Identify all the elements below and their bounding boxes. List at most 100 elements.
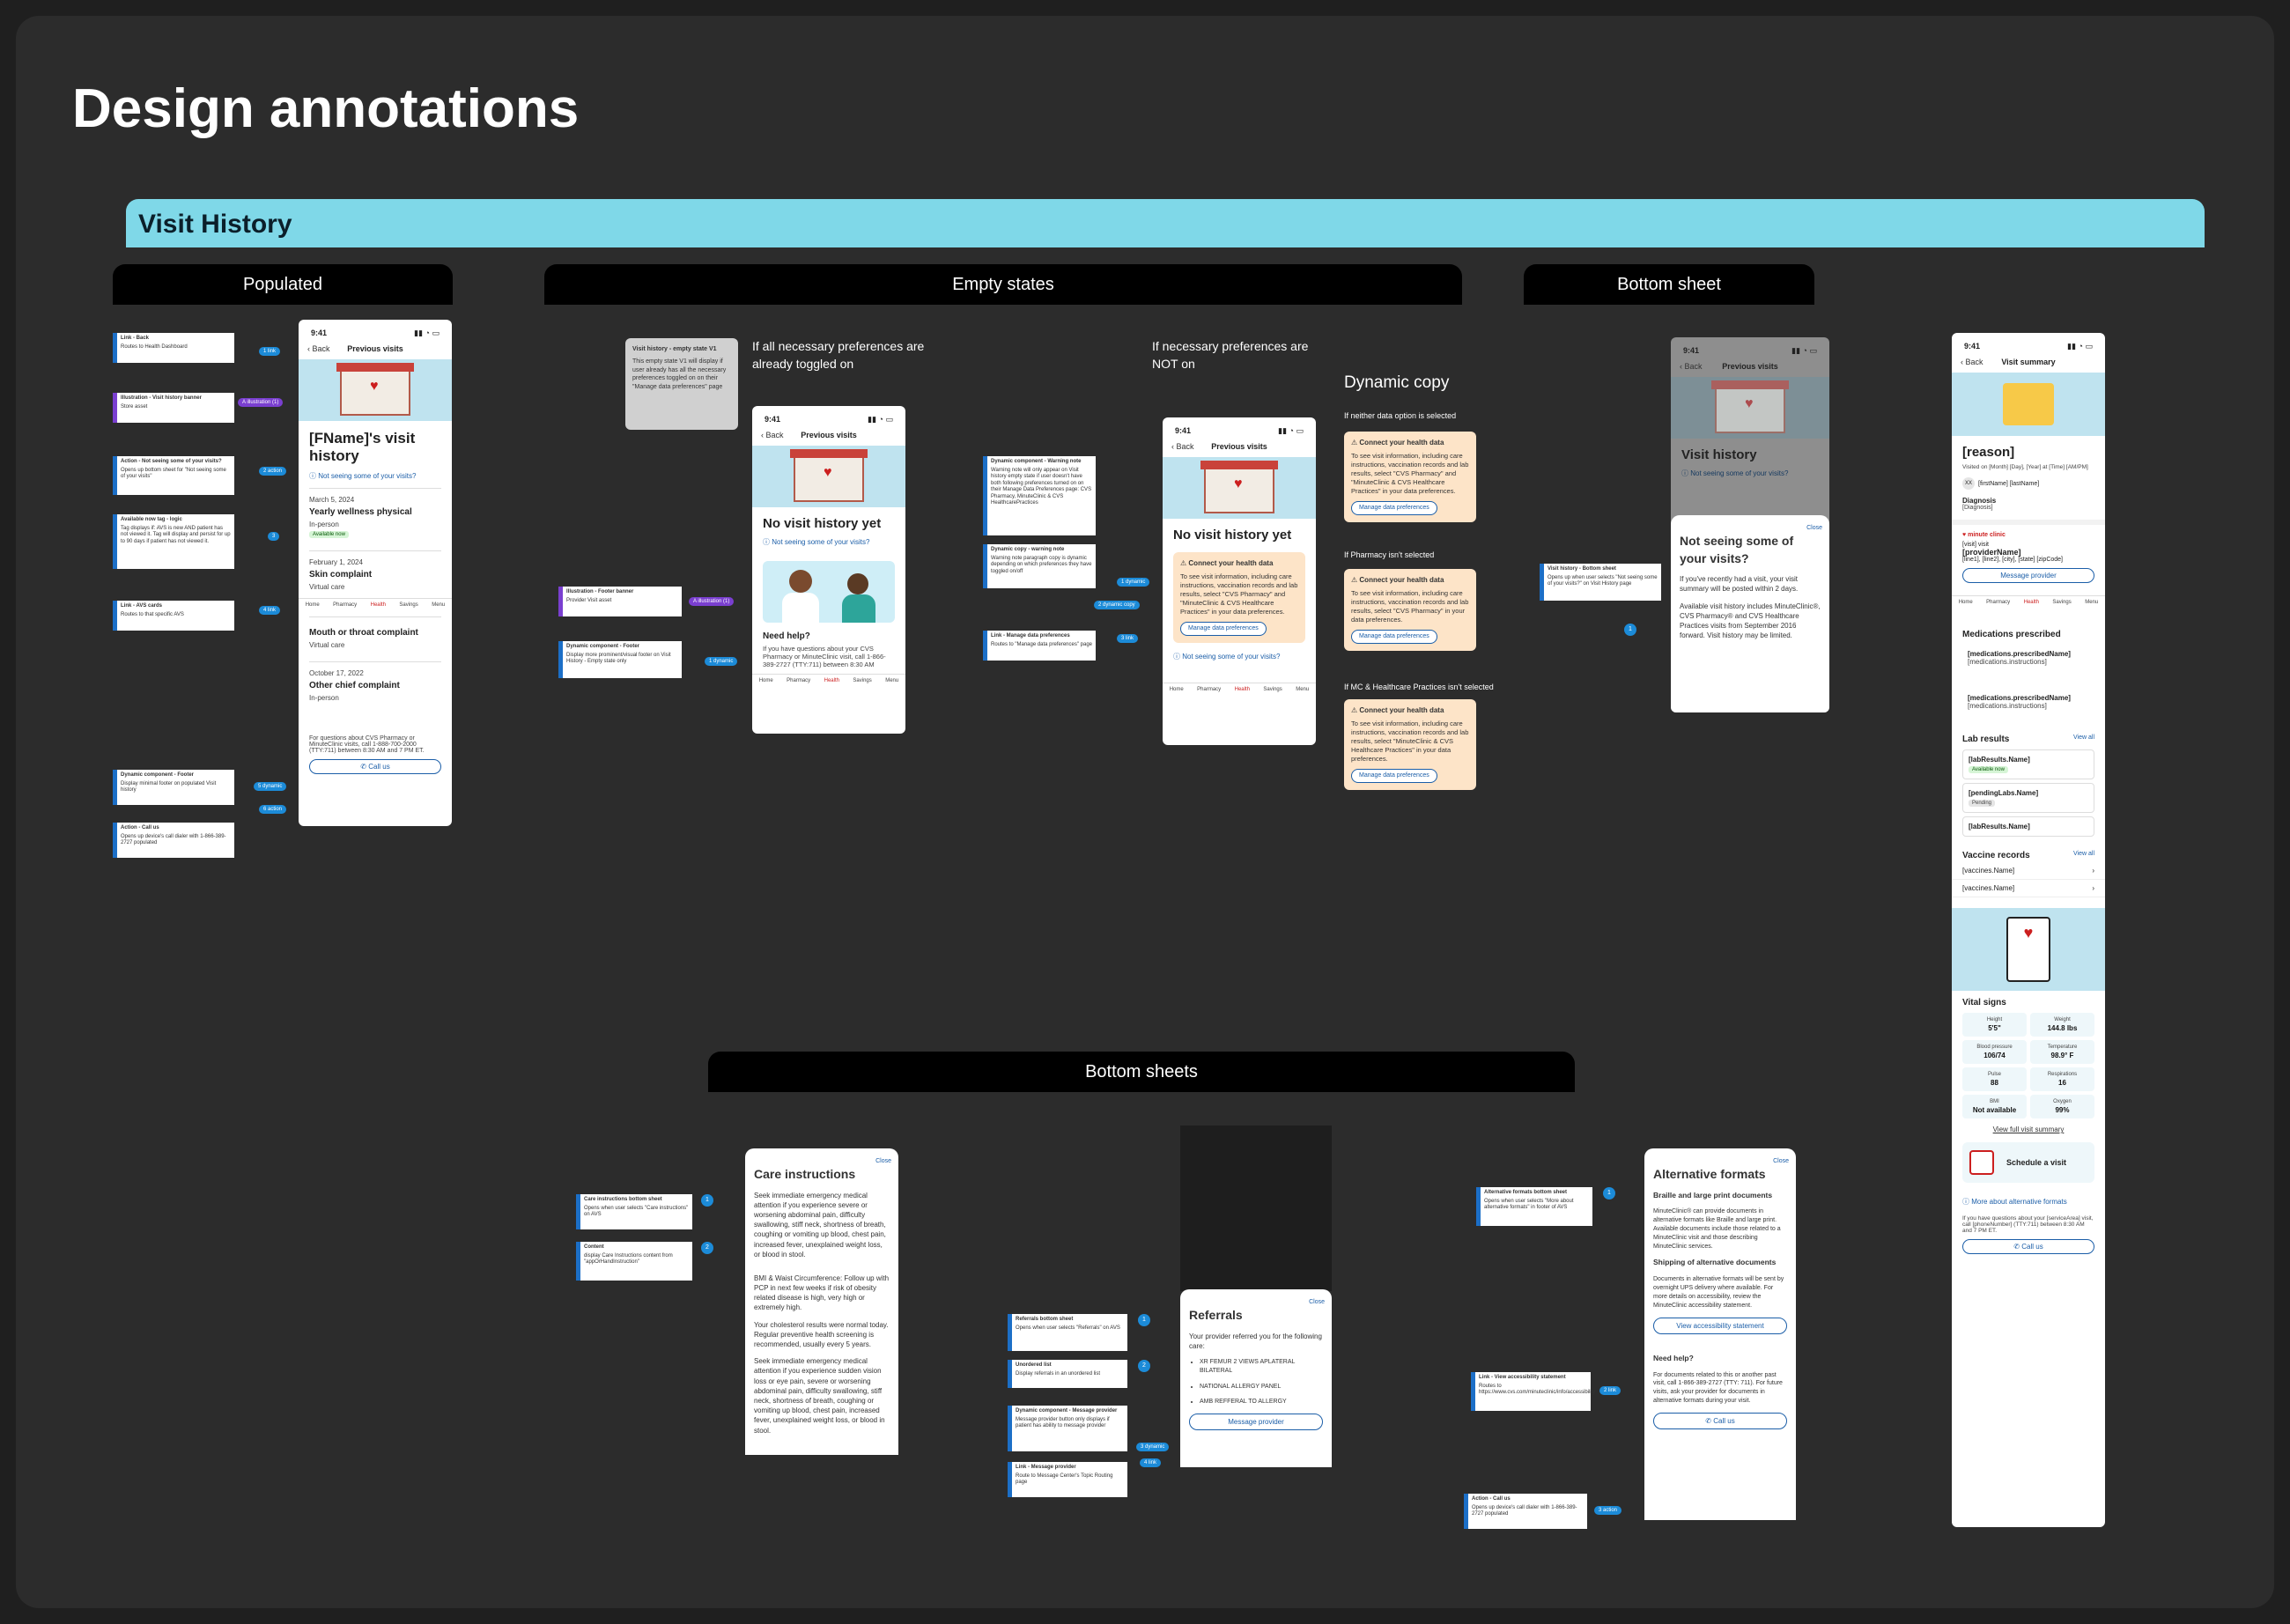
manage-data-button[interactable]: Manage data preferences bbox=[1351, 630, 1437, 644]
vitals-banner: ♥ bbox=[1952, 908, 2105, 991]
annotation-note: Dynamic component - Warning note Warning … bbox=[983, 456, 1096, 535]
provider-card: ♥ minute clinic [visit] visit [providerN… bbox=[1952, 520, 2105, 595]
sheet-subtitle: Need help? bbox=[1653, 1353, 1694, 1362]
alternative-formats-link[interactable]: ⓘ More about alternative formats bbox=[1952, 1195, 2105, 1208]
sheet-text: MinuteClinic® can provide documents in a… bbox=[1653, 1208, 1781, 1250]
sheet-title: Alternative formats bbox=[1653, 1167, 1766, 1181]
label-toggled-on: If all necessary preferences are already… bbox=[752, 339, 925, 371]
vital-tile: BMI Not available bbox=[1962, 1095, 2027, 1118]
tab-pharmacy[interactable]: Pharmacy bbox=[333, 602, 357, 608]
dynamic-copy-label: If neither data option is selected bbox=[1344, 411, 1457, 420]
tab-bar: Home Pharmacy Health Savings Menu bbox=[752, 674, 905, 687]
view-all-vaccines-link[interactable]: View all bbox=[2073, 851, 2094, 860]
tab-pharmacy[interactable]: Pharmacy bbox=[1986, 600, 2010, 605]
section-header-bottom-sheet: Bottom sheet bbox=[1524, 264, 1814, 305]
lab-item[interactable]: [labResults.Name] Available now bbox=[1962, 749, 2094, 779]
summary-footer: If you have questions about your [servic… bbox=[1962, 1215, 2094, 1234]
dynamic-copy-card: ⚠ Connect your health data To see visit i… bbox=[1344, 569, 1476, 651]
tab-home[interactable]: Home bbox=[306, 602, 320, 608]
status-bar: 9:41 ▮▮ ◔ ▭ bbox=[1683, 346, 1817, 355]
empty-heading: No visit history yet bbox=[763, 516, 882, 531]
annotation-pill: 4 link bbox=[1140, 1458, 1162, 1467]
not-seeing-link[interactable]: ⓘ Not seeing some of your visits? bbox=[1163, 650, 1316, 663]
annotation-pill: 3 bbox=[268, 532, 280, 541]
back-link[interactable]: ‹ Back bbox=[1680, 362, 1703, 371]
dynamic-copy-label: If MC & Healthcare Practices isn't selec… bbox=[1344, 683, 1494, 691]
view-all-labs-link[interactable]: View all bbox=[2073, 734, 2094, 744]
footer-text: For questions about CVS Pharmacy or Minu… bbox=[309, 734, 425, 754]
annotation-pill: A illustration (1) bbox=[689, 597, 735, 606]
visit-history-banner bbox=[299, 359, 452, 421]
visit-card[interactable]: March 5, 2024 Yearly wellness physical In-… bbox=[309, 487, 441, 545]
close-link[interactable]: Close bbox=[875, 1157, 891, 1166]
annotation-note: Care instructions bottom sheet Opens when… bbox=[576, 1194, 692, 1229]
back-link[interactable]: ‹ Back bbox=[1961, 358, 1983, 366]
store-illustration bbox=[790, 449, 868, 502]
visit-card[interactable]: October 17, 2022 Other chief complaint In-… bbox=[309, 661, 441, 709]
vaccine-item[interactable]: [vaccines.Name] › bbox=[1952, 862, 2105, 880]
view-full-summary-link[interactable]: View full visit summary bbox=[1952, 1124, 2105, 1135]
tab-menu[interactable]: Menu bbox=[432, 602, 445, 608]
sheet-text: Your cholesterol results were normal tod… bbox=[754, 1320, 889, 1349]
status-bar: 9:41 ▮▮ ◔ ▭ bbox=[311, 328, 440, 337]
nav-bar: ‹ Back Previous visits bbox=[299, 338, 452, 359]
tab-health[interactable]: Health bbox=[1235, 687, 1250, 692]
visited-on: Visited on [Month] [Day], [Year] at [Tim… bbox=[1962, 464, 2088, 470]
tab-home[interactable]: Home bbox=[759, 678, 773, 683]
visit-card[interactable]: Mouth or throat complaint Virtual care bbox=[309, 616, 441, 656]
call-us-button[interactable]: ✆ Call us bbox=[1653, 1412, 1787, 1429]
annotation-note: Action - Not seeing some of your visits?… bbox=[113, 456, 234, 495]
tab-home[interactable]: Home bbox=[1170, 687, 1184, 692]
manage-data-button[interactable]: Manage data preferences bbox=[1180, 622, 1267, 636]
manage-data-button[interactable]: Manage data preferences bbox=[1351, 769, 1437, 783]
tab-pharmacy[interactable]: Pharmacy bbox=[1197, 687, 1221, 692]
tab-health[interactable]: Health bbox=[371, 602, 386, 608]
manage-data-button[interactable]: Manage data preferences bbox=[1351, 501, 1437, 515]
schedule-visit-card[interactable]: Schedule a visit bbox=[1962, 1142, 2094, 1183]
visit-history-banner bbox=[1163, 457, 1316, 519]
close-link[interactable]: Close bbox=[1806, 524, 1822, 533]
close-link[interactable]: Close bbox=[1309, 1298, 1325, 1307]
lab-item[interactable]: [labResults.Name] bbox=[1962, 816, 2094, 837]
tab-health[interactable]: Health bbox=[2024, 600, 2039, 605]
clipboard-illustration: ♥ bbox=[2006, 917, 2050, 982]
tab-menu[interactable]: Menu bbox=[2085, 600, 2098, 605]
tab-health[interactable]: Health bbox=[824, 678, 839, 683]
visit-card[interactable]: February 1, 2024 Skin complaint Virtual ca… bbox=[309, 550, 441, 598]
message-provider-button[interactable]: Message provider bbox=[1962, 568, 2094, 583]
referrals-list: XR FEMUR 2 VIEWS APLATERAL BILATERAL NAT… bbox=[1200, 1358, 1323, 1406]
section-header-populated: Populated bbox=[113, 264, 453, 305]
not-seeing-link[interactable]: ⓘ Not seeing some of your visits? bbox=[1671, 467, 1829, 480]
annotation-note: Dynamic component - Message provider Mess… bbox=[1008, 1406, 1127, 1451]
annotation-pill: 1 dynamic bbox=[1117, 578, 1150, 587]
tab-savings[interactable]: Savings bbox=[1263, 687, 1282, 692]
tab-pharmacy[interactable]: Pharmacy bbox=[787, 678, 810, 683]
view-accessibility-button[interactable]: View accessibility statement bbox=[1653, 1317, 1787, 1334]
lab-item[interactable]: [pendingLabs.Name] Pending bbox=[1962, 783, 2094, 813]
tab-menu[interactable]: Menu bbox=[885, 678, 898, 683]
tab-savings[interactable]: Savings bbox=[399, 602, 417, 608]
not-seeing-link[interactable]: ⓘ Not seeing some of your visits? bbox=[299, 469, 452, 483]
annotation-pill: 5 dynamic bbox=[254, 782, 287, 791]
sheet-text: Documents in alternative formats will be… bbox=[1653, 1276, 1784, 1309]
annotation-note: Content display Care Instructions content… bbox=[576, 1242, 692, 1281]
call-us-button[interactable]: ✆ Call us bbox=[1962, 1239, 2094, 1254]
tab-menu[interactable]: Menu bbox=[1296, 687, 1309, 692]
provider-illustration bbox=[763, 561, 895, 623]
not-seeing-link[interactable]: ⓘ Not seeing some of your visits? bbox=[752, 535, 905, 549]
available-now-tag: Available now bbox=[309, 530, 349, 538]
annotation-dot: 2 bbox=[1138, 1360, 1150, 1372]
tab-savings[interactable]: Savings bbox=[2052, 600, 2071, 605]
sheet-title: Care instructions bbox=[754, 1167, 856, 1181]
sheet-text: For documents related to this or another… bbox=[1653, 1371, 1783, 1405]
call-us-button[interactable]: ✆ Call us bbox=[309, 758, 441, 774]
tab-savings[interactable]: Savings bbox=[853, 678, 871, 683]
sheet-text: If you've recently had a visit, your vis… bbox=[1680, 575, 1799, 594]
tab-home[interactable]: Home bbox=[1959, 600, 1973, 605]
back-link[interactable]: ‹ Back bbox=[307, 344, 330, 353]
back-link[interactable]: ‹ Back bbox=[761, 431, 784, 439]
message-provider-button[interactable]: Message provider bbox=[1189, 1414, 1323, 1431]
vaccine-item[interactable]: [vaccines.Name] › bbox=[1952, 880, 2105, 897]
close-link[interactable]: Close bbox=[1773, 1157, 1789, 1166]
back-link[interactable]: ‹ Back bbox=[1171, 442, 1194, 451]
